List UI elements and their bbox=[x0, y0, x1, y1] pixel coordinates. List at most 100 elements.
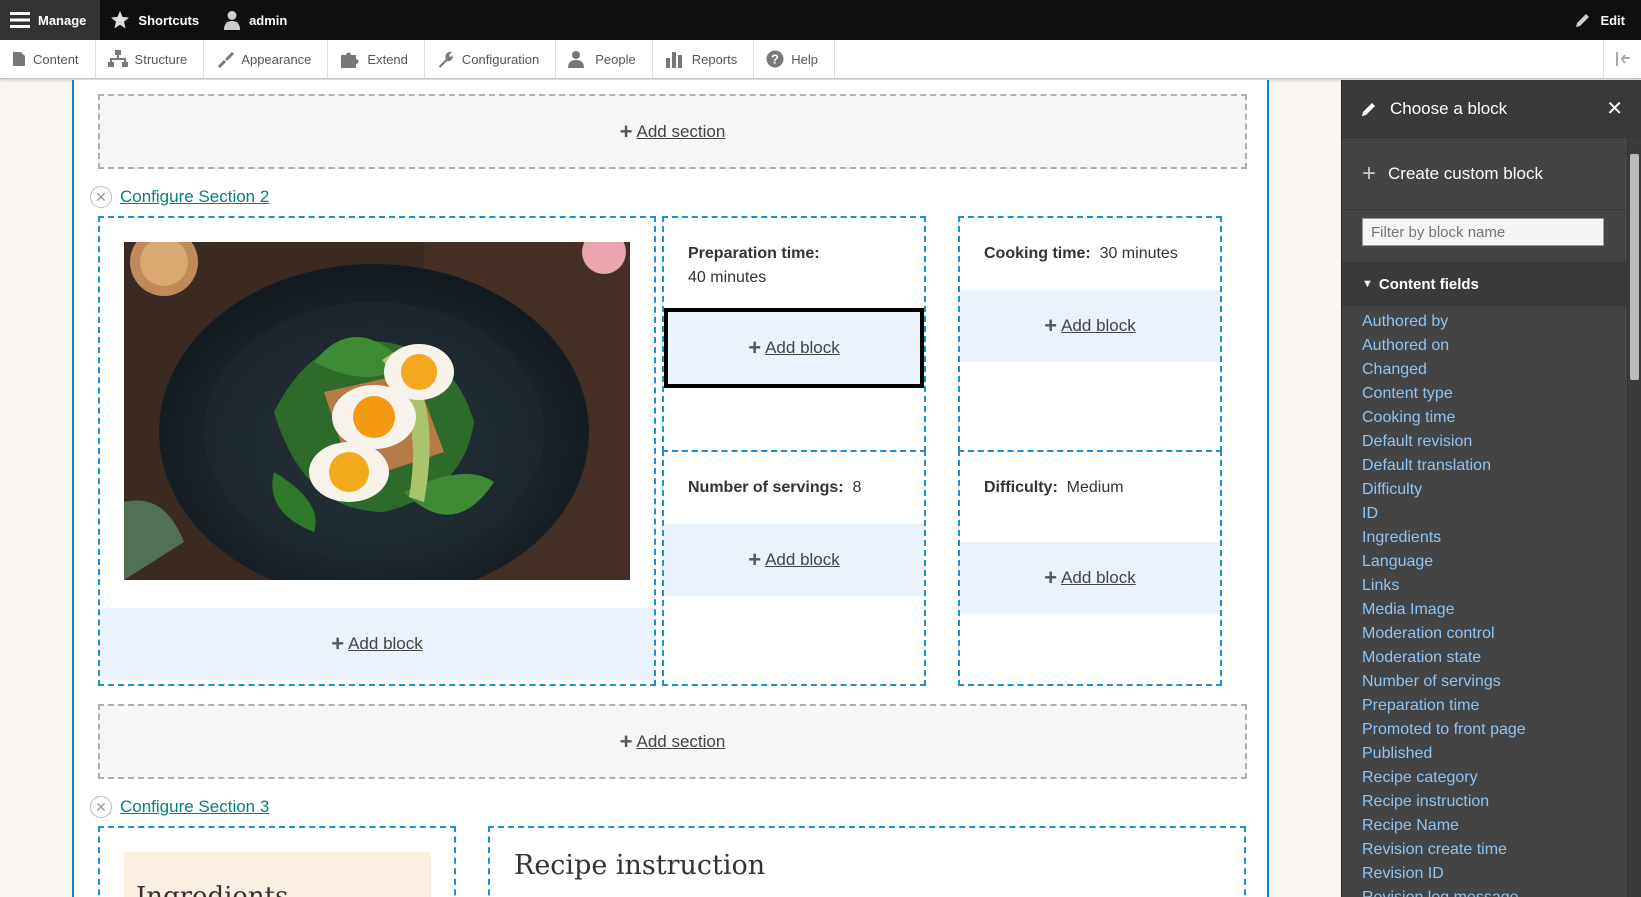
edit-tab[interactable]: Edit bbox=[1564, 0, 1641, 40]
svg-text:?: ? bbox=[771, 52, 779, 67]
configure-section-3-link[interactable]: Configure Section 3 bbox=[120, 797, 269, 817]
tray-item-structure[interactable]: Structure bbox=[96, 40, 205, 78]
create-custom-block-link[interactable]: + Create custom block bbox=[1342, 138, 1641, 210]
star-icon bbox=[111, 11, 130, 29]
add-section-label: Add section bbox=[636, 121, 726, 141]
number-of-servings-field: Number of servings: 8 bbox=[688, 476, 861, 500]
tray-item-help[interactable]: ? Help bbox=[754, 40, 835, 78]
tray-label: Configuration bbox=[461, 51, 540, 67]
difficulty-field: Difficulty: Medium bbox=[984, 476, 1124, 500]
block-link[interactable]: Cooking time bbox=[1362, 406, 1621, 430]
plus-icon: + bbox=[619, 118, 633, 144]
content-fields-toggle[interactable]: ▼ Content fields bbox=[1342, 262, 1641, 306]
tray-item-extend[interactable]: Extend bbox=[328, 40, 425, 78]
block-link[interactable]: Content type bbox=[1362, 382, 1621, 406]
block-link[interactable]: Revision create time bbox=[1362, 838, 1621, 862]
block-link[interactable]: Recipe instruction bbox=[1362, 790, 1621, 814]
sidebar-scrollbar[interactable] bbox=[1627, 138, 1641, 897]
add-block-label: Add block bbox=[1061, 316, 1136, 335]
preparation-time-label: Preparation time: bbox=[688, 245, 820, 262]
paintbrush-icon bbox=[218, 52, 235, 68]
cooking-time-field: Cooking time: 30 minutes bbox=[984, 242, 1178, 266]
hamburger-icon bbox=[10, 12, 30, 28]
block-link[interactable]: Default translation bbox=[1362, 454, 1621, 478]
user-tab[interactable]: admin bbox=[213, 0, 301, 40]
tray-label: Appearance bbox=[241, 51, 312, 67]
block-link[interactable]: Ingredients bbox=[1362, 526, 1621, 550]
tray-label: People bbox=[595, 51, 636, 67]
remove-section-icon[interactable]: ✕ bbox=[90, 796, 112, 818]
tray-item-reports[interactable]: Reports bbox=[653, 40, 755, 78]
preparation-time-field: Preparation time: 40 minutes bbox=[688, 242, 820, 290]
plus-icon: + bbox=[748, 335, 762, 360]
block-link[interactable]: Revision log message bbox=[1362, 886, 1621, 897]
document-icon bbox=[13, 52, 25, 66]
shortcuts-tab[interactable]: Shortcuts bbox=[100, 0, 213, 40]
user-label: admin bbox=[249, 12, 288, 28]
block-link[interactable]: Authored on bbox=[1362, 334, 1621, 358]
tray-label: Structure bbox=[134, 51, 188, 67]
add-block-label: Add block bbox=[765, 338, 840, 357]
tray-label: Help bbox=[791, 51, 818, 67]
collapse-icon bbox=[1615, 52, 1630, 66]
add-section-link-2[interactable]: + Add section bbox=[98, 704, 1247, 779]
difficulty-value: Medium bbox=[1066, 479, 1124, 496]
block-link[interactable]: Recipe category bbox=[1362, 766, 1621, 790]
preparation-time-value: 40 minutes bbox=[688, 269, 767, 286]
plus-icon: + bbox=[619, 728, 633, 754]
block-link[interactable]: Published bbox=[1362, 742, 1621, 766]
block-link[interactable]: Moderation control bbox=[1362, 622, 1621, 646]
plus-icon: + bbox=[1044, 313, 1058, 338]
configure-section-2-link[interactable]: Configure Section 2 bbox=[120, 187, 269, 207]
recipe-image bbox=[124, 242, 630, 580]
block-link[interactable]: Recipe Name bbox=[1362, 814, 1621, 838]
number-of-servings-value: 8 bbox=[852, 479, 862, 496]
block-link[interactable]: Authored by bbox=[1362, 310, 1621, 334]
block-link[interactable]: Language bbox=[1362, 550, 1621, 574]
block-link[interactable]: Links bbox=[1362, 574, 1621, 598]
add-block-link[interactable]: + Add block bbox=[664, 524, 924, 596]
choose-block-dialog: Choose a block ✕ + Create custom block ▼… bbox=[1341, 80, 1641, 897]
block-link[interactable]: Difficulty bbox=[1362, 478, 1621, 502]
tray-item-content[interactable]: Content bbox=[0, 40, 96, 78]
block-link[interactable]: Changed bbox=[1362, 358, 1621, 382]
tray-collapse-button[interactable] bbox=[1603, 40, 1641, 78]
ingredients-heading: Ingredients bbox=[136, 882, 289, 897]
plus-icon: + bbox=[331, 631, 345, 656]
dialog-header: Choose a block ✕ bbox=[1342, 80, 1641, 138]
block-link[interactable]: Number of servings bbox=[1362, 670, 1621, 694]
pencil-icon bbox=[1362, 102, 1375, 116]
recipe-instruction-heading: Recipe instruction bbox=[514, 850, 766, 881]
region-section3-first: Ingredients bbox=[98, 826, 456, 897]
manage-label: Manage bbox=[38, 12, 87, 28]
block-link[interactable]: Promoted to front page bbox=[1362, 718, 1621, 742]
add-block-link[interactable]: + Add block bbox=[960, 290, 1220, 362]
plus-icon: + bbox=[1044, 565, 1058, 590]
block-link[interactable]: ID bbox=[1362, 502, 1621, 526]
wrench-icon bbox=[438, 51, 453, 68]
admin-toolbar: Manage Shortcuts admin Edit bbox=[0, 0, 1641, 40]
block-link[interactable]: Revision ID bbox=[1362, 862, 1621, 886]
filter-block-input[interactable] bbox=[1362, 218, 1604, 246]
block-link[interactable]: Default revision bbox=[1362, 430, 1621, 454]
manage-tab[interactable]: Manage bbox=[0, 0, 101, 40]
scrollbar-thumb[interactable] bbox=[1630, 154, 1639, 380]
cooking-time-label: Cooking time: bbox=[984, 245, 1091, 262]
block-link[interactable]: Media Image bbox=[1362, 598, 1621, 622]
remove-section-icon[interactable]: ✕ bbox=[90, 186, 112, 208]
ingredients-card: Ingredients bbox=[124, 852, 431, 897]
add-block-link[interactable]: + Add block bbox=[100, 608, 654, 680]
tray-item-appearance[interactable]: Appearance bbox=[204, 40, 329, 78]
add-block-link-focused[interactable]: + Add block bbox=[664, 308, 924, 388]
region-section3-second: Recipe instruction bbox=[488, 826, 1246, 897]
block-link[interactable]: Moderation state bbox=[1362, 646, 1621, 670]
tray-label: Reports bbox=[691, 51, 738, 67]
close-icon[interactable]: ✕ bbox=[1606, 96, 1623, 121]
content-fields-label: Content fields bbox=[1378, 275, 1479, 293]
block-link[interactable]: Preparation time bbox=[1362, 694, 1621, 718]
add-section-link-1[interactable]: + Add section bbox=[98, 94, 1247, 169]
caret-down-icon: ▼ bbox=[1362, 278, 1373, 290]
add-block-link[interactable]: + Add block bbox=[960, 542, 1220, 614]
tray-item-people[interactable]: People bbox=[556, 40, 653, 78]
tray-item-configuration[interactable]: Configuration bbox=[425, 40, 557, 78]
